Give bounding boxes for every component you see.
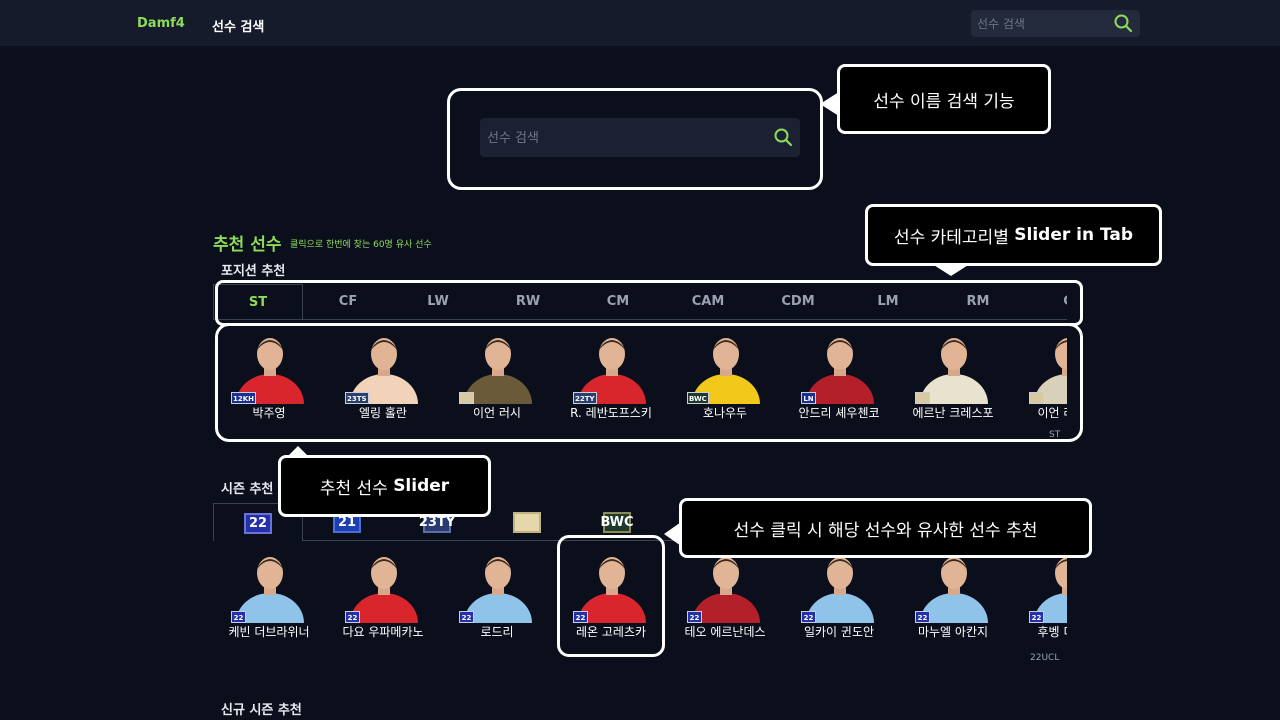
season-badge-icon: BWC [600, 512, 634, 533]
player-name: 마누엘 아칸지 [917, 625, 989, 639]
player-name: 로드리 [480, 625, 514, 639]
position-heading: 포지션 추천 [221, 264, 286, 279]
callout-text: 추천 선수 [319, 478, 394, 499]
recommend-subtitle: 클릭으로 한번에 찾는 60명 유사 선수 [290, 240, 432, 250]
nav-link-player-search[interactable]: 선수 검색 [212, 16, 264, 35]
nav-search-input[interactable] [977, 14, 1112, 33]
season-badge: 22 [459, 611, 474, 623]
season-badge: 22 [231, 611, 246, 623]
player-card[interactable]: 22 로드리 [447, 545, 547, 645]
player-name: 다요 우파메카노 [342, 625, 424, 639]
season-badge: 22 [687, 611, 702, 623]
season-badge-icon [513, 512, 541, 533]
season-heading: 시즌 추천 [221, 482, 274, 497]
season-badge: 22 [1029, 611, 1044, 623]
player-name: 테오 에르난데스 [684, 625, 766, 639]
callout-click-recommend: 선수 클릭 시 해당 선수와 유사한 선수 추천 [679, 498, 1092, 558]
player-card[interactable]: 22 테오 에르난데스 [675, 545, 775, 645]
tab-season-icon[interactable] [483, 503, 573, 541]
player-card[interactable]: 22 다요 우파메카노 [333, 545, 433, 645]
row-season-label: 22UCL [1030, 653, 1060, 663]
season-badge: 22 [801, 611, 816, 623]
annotation-frame-slider [215, 323, 1083, 442]
season-badge-icon: 22 [244, 513, 272, 534]
top-navbar: Damf4 선수 검색 [0, 0, 1280, 46]
search-icon[interactable] [1113, 13, 1133, 37]
brand-logo[interactable]: Damf4 [137, 16, 185, 31]
annotation-frame-clicked-player [557, 535, 665, 657]
annotation-frame-search [447, 88, 823, 190]
season-badge: 22 [915, 611, 930, 623]
player-name: 일카이 귄도안 [803, 625, 875, 639]
callout-text: 선수 카테고리별 [893, 227, 1015, 248]
callout-text: 선수 클릭 시 해당 선수와 유사한 선수 추천 [733, 520, 1038, 541]
callout-text-bold: Slider in Tab [1014, 225, 1134, 245]
callout-tab-slider: 선수 카테고리별 Slider in Tab [865, 204, 1162, 266]
player-name: 케빈 더브라위너 [228, 625, 310, 639]
callout-text: 선수 이름 검색 기능 [873, 91, 1015, 112]
player-card[interactable]: 22 일카이 귄도안 [789, 545, 889, 645]
player-card[interactable]: 22 케빈 더브라위너 [219, 545, 319, 645]
nav-search-box [971, 10, 1140, 37]
player-card[interactable]: 22 마누엘 아칸지 [903, 545, 1003, 645]
callout-search-feature: 선수 이름 검색 기능 [837, 64, 1051, 134]
new-season-heading: 신규 시즌 추천 [221, 703, 302, 718]
season-badge: 22 [345, 611, 360, 623]
player-card[interactable]: 22 후벵 디아스 [1017, 545, 1067, 645]
player-name: 후벵 디아스 [1037, 625, 1067, 639]
callout-slider: 추천 선수 Slider [278, 455, 491, 517]
annotation-frame-tabs [215, 280, 1083, 326]
callout-text-bold: Slider [393, 476, 450, 496]
recommend-title: 추천 선수 [213, 235, 282, 255]
